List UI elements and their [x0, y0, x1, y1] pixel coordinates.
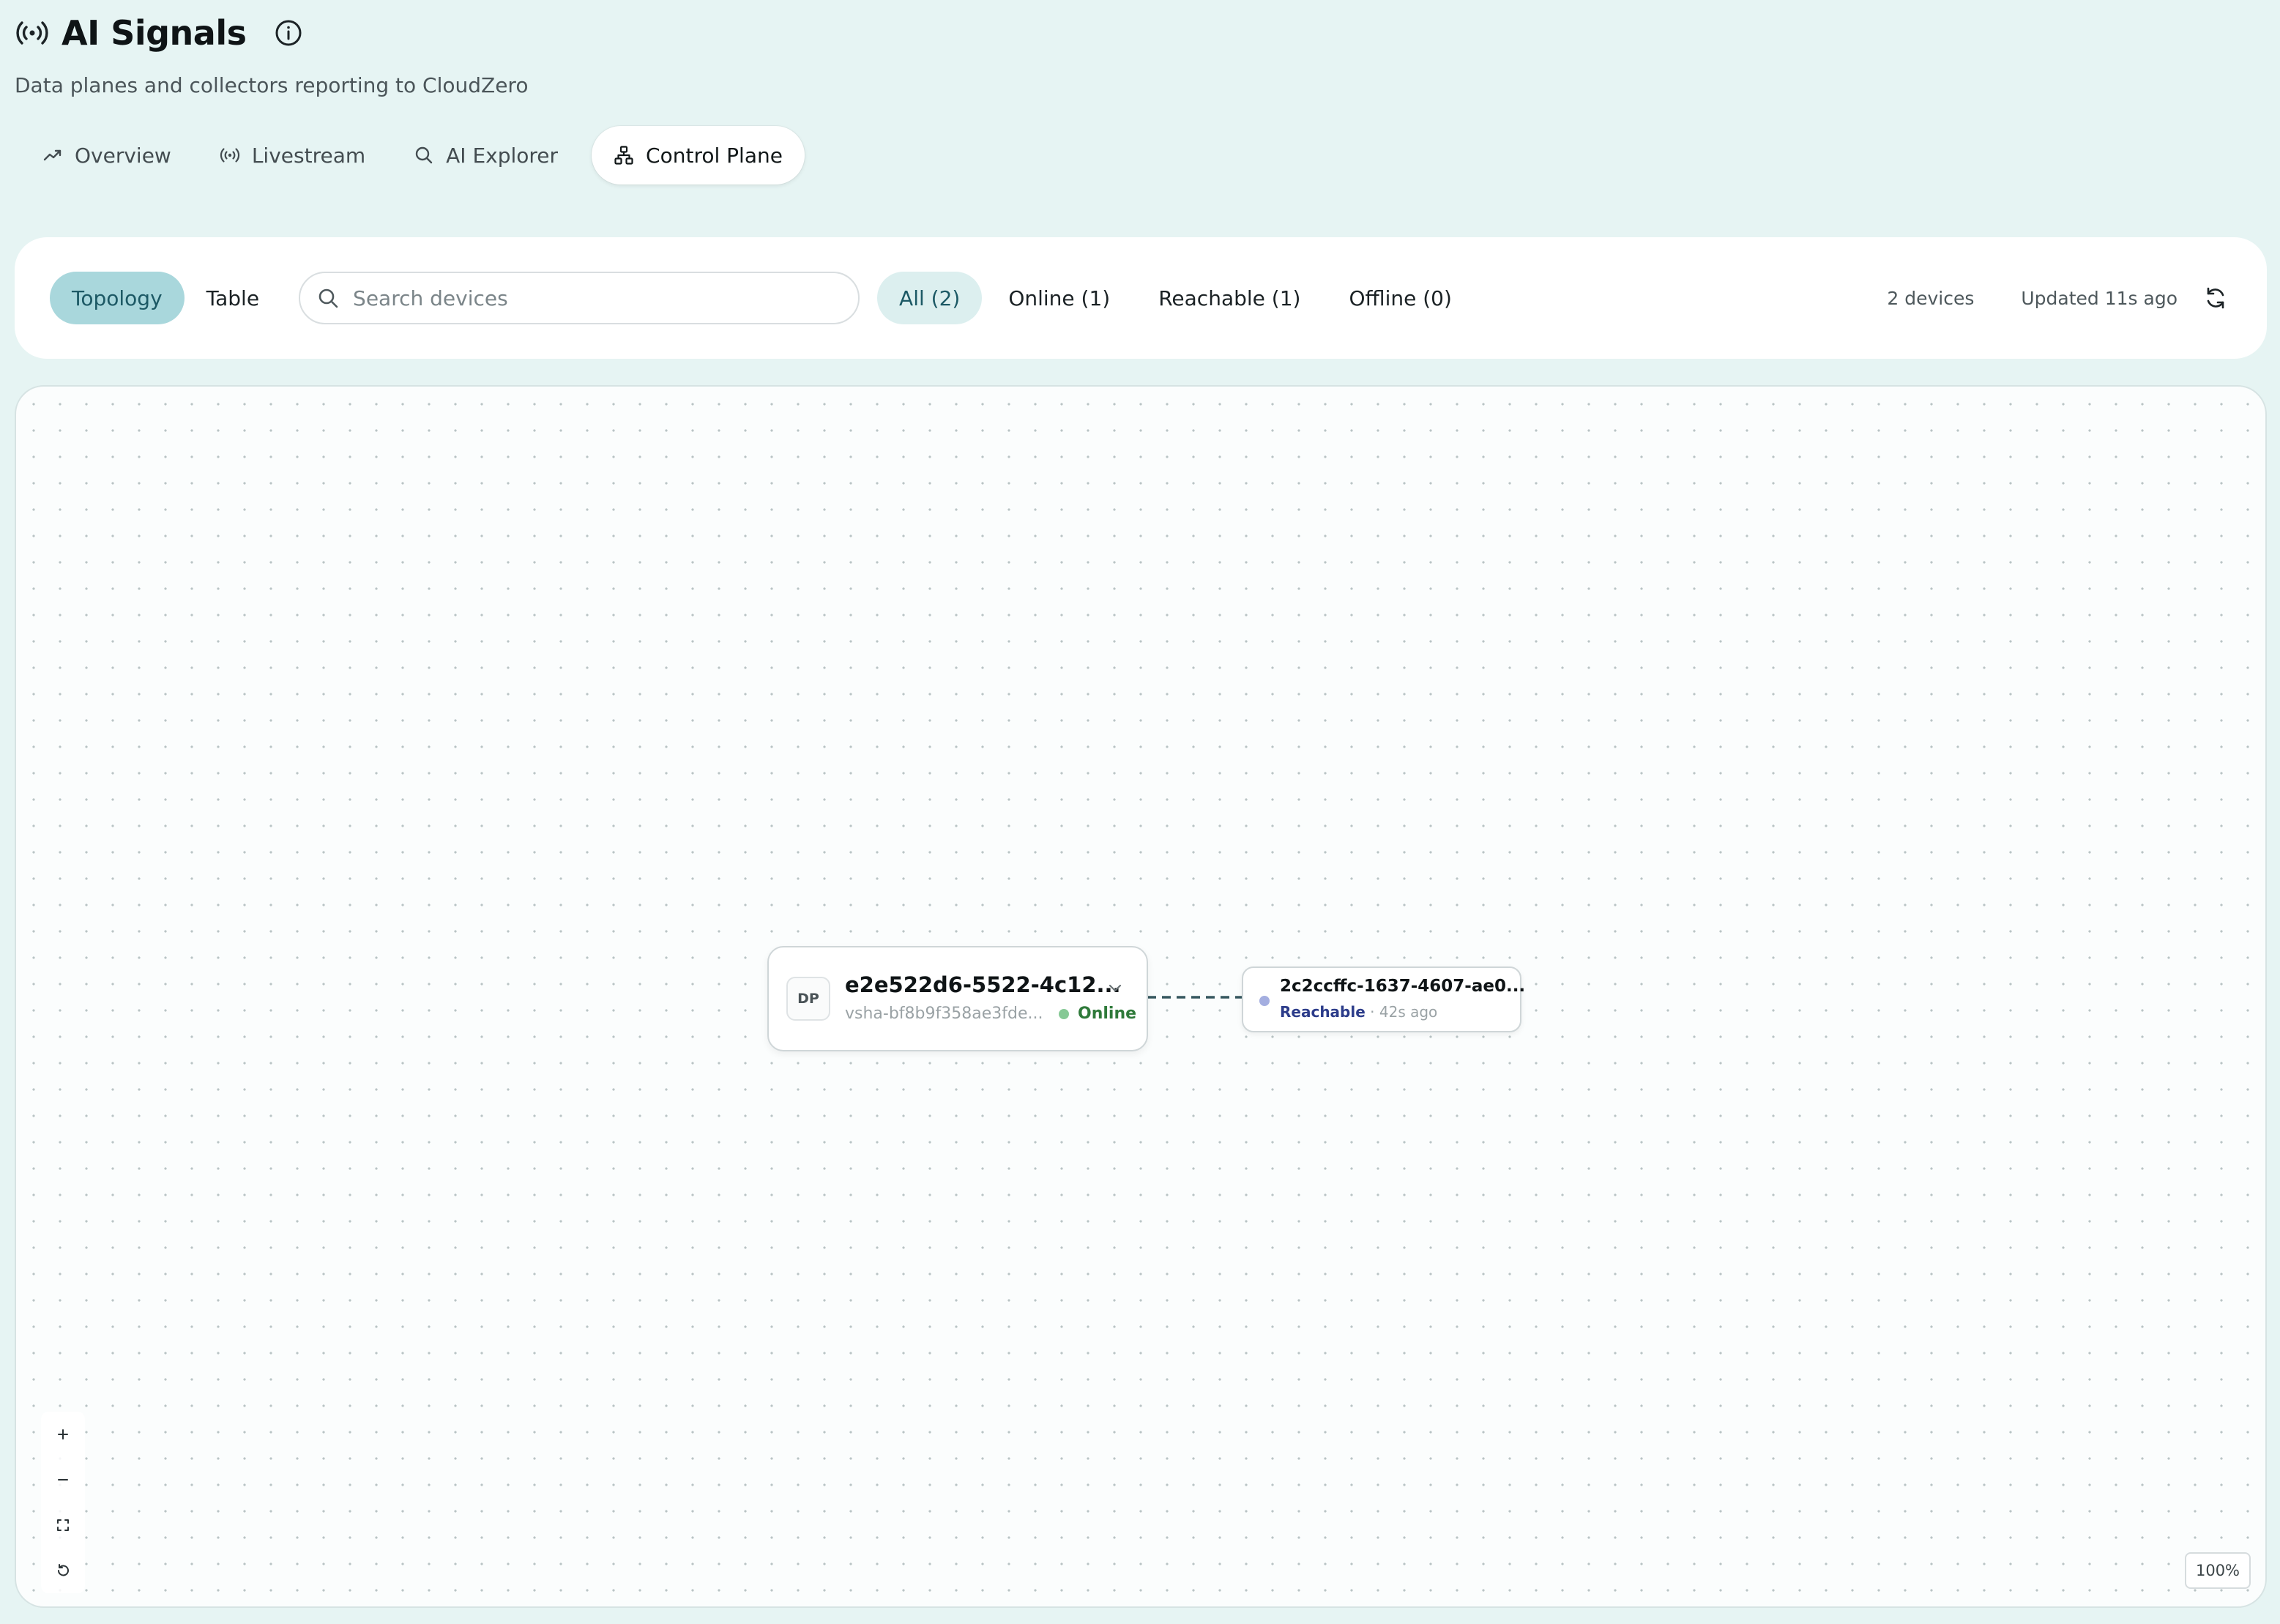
- device-count: 2 devices: [1887, 287, 1975, 309]
- filter-all[interactable]: All (2): [877, 272, 983, 324]
- last-seen: 42s ago: [1379, 1003, 1438, 1021]
- page-header: AI Signals: [15, 13, 304, 53]
- network-icon: [614, 146, 633, 165]
- search-icon: [318, 288, 338, 308]
- last-updated: Updated 11s ago: [2021, 287, 2177, 309]
- status-filters: All (2) Online (1) Reachable (1) Offline…: [877, 272, 1478, 324]
- status-label: Reachable: [1280, 1003, 1366, 1021]
- zoom-level: 100%: [2185, 1552, 2251, 1589]
- plus-icon: [58, 1429, 68, 1439]
- separator: ·: [1370, 1003, 1375, 1021]
- main-tabs: Overview Livestream AI Explorer Control …: [21, 126, 809, 185]
- minus-icon: [58, 1479, 68, 1480]
- fullscreen-icon: [57, 1519, 69, 1531]
- zoom-in-button[interactable]: [41, 1412, 85, 1457]
- connection-edge: [1147, 996, 1256, 999]
- tab-control-plane[interactable]: Control Plane: [592, 126, 805, 185]
- status-label: Online: [1078, 1005, 1137, 1023]
- tab-overview[interactable]: Overview: [21, 126, 193, 185]
- chevron-down-icon[interactable]: [1106, 978, 1125, 997]
- tab-label: Overview: [75, 143, 171, 168]
- tab-ai-explorer[interactable]: AI Explorer: [392, 126, 580, 185]
- page-subtitle: Data planes and collectors reporting to …: [15, 73, 529, 97]
- data-plane-name: e2e522d6-5522-4c12...: [845, 972, 1121, 997]
- view-table-button[interactable]: Table: [185, 272, 281, 324]
- tab-label: Livestream: [251, 143, 366, 168]
- collector-status-line: Reachable · 42s ago: [1280, 1003, 1437, 1021]
- search-input[interactable]: [353, 286, 843, 310]
- filter-online[interactable]: Online (1): [986, 272, 1132, 324]
- collector-name: 2c2ccffc-1637-4607-ae0...: [1280, 977, 1526, 996]
- refresh-icon[interactable]: [2202, 285, 2229, 311]
- status-dot: [1259, 996, 1270, 1006]
- collector-node[interactable]: 2c2ccffc-1637-4607-ae0... Reachable · 42…: [1242, 966, 1525, 1032]
- filter-offline[interactable]: Offline (0): [1327, 272, 1473, 324]
- topology-canvas[interactable]: DP e2e522d6-5522-4c12... vsha-bf8b9f358a…: [15, 385, 2267, 1608]
- search-box: [299, 272, 860, 324]
- status-summary: 2 devices Updated 11s ago: [1887, 285, 2232, 311]
- view-topology-button[interactable]: Topology: [50, 272, 185, 324]
- broadcast-icon: [220, 148, 239, 163]
- tab-livestream[interactable]: Livestream: [198, 126, 387, 185]
- view-toggle: Topology Table: [50, 272, 281, 324]
- signal-broadcast-icon: [16, 21, 48, 45]
- zoom-controls: [41, 1412, 85, 1593]
- trend-icon: [43, 149, 62, 161]
- filter-reachable[interactable]: Reachable (1): [1136, 272, 1322, 324]
- info-icon[interactable]: [273, 18, 304, 48]
- data-plane-node[interactable]: DP e2e522d6-5522-4c12... vsha-bf8b9f358a…: [767, 946, 1148, 1051]
- tab-label: AI Explorer: [446, 143, 559, 168]
- zoom-out-button[interactable]: [41, 1457, 85, 1502]
- filter-bar: Topology Table All (2) Online (1) Reacha…: [15, 237, 2267, 359]
- fit-view-button[interactable]: [41, 1502, 85, 1548]
- tab-label: Control Plane: [646, 143, 783, 168]
- reset-view-button[interactable]: [41, 1548, 85, 1593]
- search-icon: [415, 146, 433, 164]
- reset-icon: [58, 1564, 69, 1576]
- dp-badge: DP: [786, 977, 830, 1021]
- status-badge: Online: [1059, 1005, 1136, 1023]
- page-title: AI Signals: [62, 13, 247, 53]
- data-plane-subtitle: vsha-bf8b9f358ae3fde...: [845, 1005, 1043, 1023]
- status-dot: [1059, 1008, 1069, 1019]
